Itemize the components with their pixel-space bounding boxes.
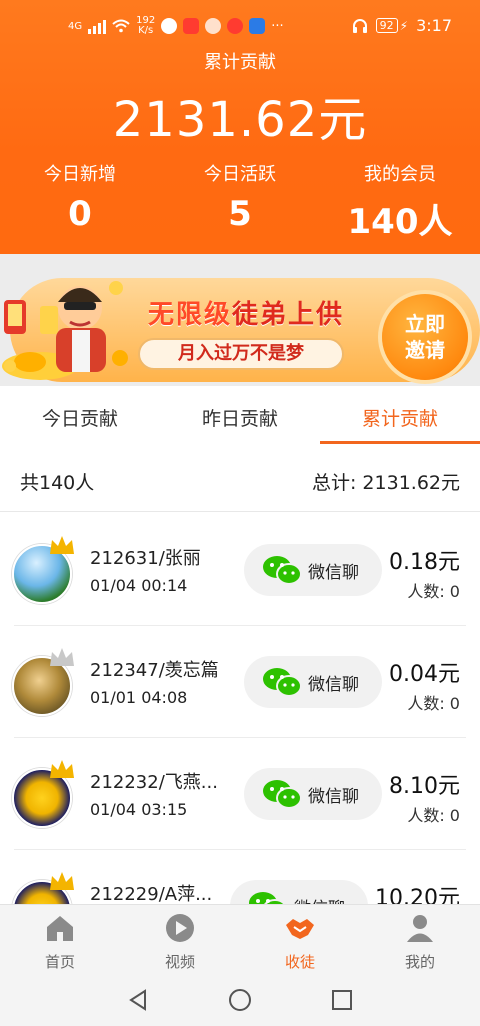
wechat-chat-label: 微信聊: [294, 894, 345, 905]
more-notifications: ···: [271, 18, 284, 34]
member-name: 212631/张丽: [90, 548, 201, 569]
stat-label: 今日活跃: [204, 164, 276, 185]
member-time: 01/04 00:14: [90, 576, 188, 595]
banner-subtitle: 月入过万不是梦: [138, 338, 344, 370]
wechat-chat-label: 微信聊: [308, 562, 359, 583]
summary-row: 共140人 总计: 2131.62元: [0, 456, 480, 512]
user-icon: [407, 915, 433, 942]
stats-row: 今日新增 0 今日活跃 5 我的会员 140人: [0, 160, 480, 243]
app-notify-icon: [205, 18, 222, 34]
wechat-icon: [263, 556, 302, 585]
nav-label: 视频: [164, 953, 195, 971]
wechat-chat-button[interactable]: 微信聊: [230, 880, 368, 904]
list-item[interactable]: 212229/A萍... 微信聊 10.20元: [0, 850, 480, 904]
stat-active-today: 今日活跃 5: [200, 160, 280, 234]
header: 4G 192 K/s ··· 92 ⚡ 3:17 累计贡献 2131.62元 今…: [0, 0, 480, 254]
member-name: 212232/飞燕...: [90, 772, 218, 793]
home-icon: [47, 916, 73, 941]
net-speed: 192 K/s: [136, 15, 156, 36]
stat-new-today: 今日新增 0: [40, 160, 120, 234]
app-notify-icon: [183, 18, 200, 34]
stat-value: 0: [68, 194, 92, 234]
battery-indicator: 92 ⚡: [375, 18, 409, 33]
stat-value: 140人: [347, 202, 453, 242]
crown-icon: [50, 760, 74, 778]
wechat-icon: [263, 668, 302, 697]
member-contribution: 0.04元: [389, 662, 460, 687]
nav-label: 首页: [44, 953, 75, 971]
wechat-chat-button[interactable]: 微信聊: [244, 768, 382, 820]
status-bar: 4G 192 K/s ··· 92 ⚡ 3:17: [0, 10, 480, 46]
nav-mine[interactable]: 我的: [380, 913, 460, 972]
member-people-count: 人数: 0: [407, 806, 460, 825]
member-contribution: 10.20元: [375, 886, 460, 904]
member-time: 01/01 04:08: [90, 688, 188, 707]
signal-icon: [88, 18, 107, 34]
app-notify-icon: [249, 18, 266, 34]
list-item[interactable]: 212232/飞燕... 01/04 03:15 微信聊 8.10元 人数: 0: [0, 738, 480, 850]
mascot-illustration: [2, 281, 128, 380]
bottom-nav: 首页 视频 收徒 我的: [0, 904, 480, 974]
recents-icon[interactable]: [330, 988, 354, 1012]
app-notify-icon: [227, 18, 244, 34]
wechat-chat-button[interactable]: 微信聊: [244, 656, 382, 708]
wechat-chat-label: 微信聊: [308, 674, 359, 695]
crown-icon: [50, 536, 74, 554]
tab-total[interactable]: 累计贡献: [320, 404, 480, 431]
member-contribution: 8.10元: [389, 774, 460, 799]
member-people-count: 人数: 0: [407, 582, 460, 601]
list-item[interactable]: 212347/羡忘篇 01/01 04:08 微信聊 0.04元 人数: 0: [0, 626, 480, 738]
charging-icon: ⚡: [399, 18, 409, 33]
member-name: 212347/羡忘篇: [90, 660, 219, 681]
play-icon: [166, 914, 194, 942]
system-nav-bar: [0, 974, 480, 1026]
handshake-icon: [286, 919, 314, 939]
contribution-tabs: 今日贡献 昨日贡献 累计贡献: [0, 386, 480, 444]
member-contribution: 0.18元: [389, 550, 460, 575]
headphones-icon: [352, 18, 367, 33]
invite-now-button[interactable]: 立即邀请: [382, 294, 468, 380]
stat-label: 我的会员: [364, 164, 436, 185]
member-people-count: 人数: 0: [407, 694, 460, 713]
banner-title: 无限级徒弟上供: [148, 300, 345, 330]
tab-yesterday[interactable]: 昨日贡献: [160, 404, 320, 431]
member-list: 212631/张丽 01/04 00:14 微信聊 0.18元 人数: 0 21…: [0, 514, 480, 904]
member-count: 共140人: [20, 472, 95, 494]
stat-my-members[interactable]: 我的会员 140人: [340, 160, 460, 243]
nav-apprentice[interactable]: 收徒: [260, 913, 340, 972]
member-name: 212229/A萍...: [90, 884, 213, 904]
total-contribution: 2131.62元: [112, 92, 368, 148]
app-page: 4G 192 K/s ··· 92 ⚡ 3:17 累计贡献 2131.62元 今…: [0, 0, 480, 1026]
wechat-chat-label: 微信聊: [308, 786, 359, 807]
tab-today[interactable]: 今日贡献: [0, 404, 160, 431]
app-notify-icon: [161, 18, 178, 34]
stat-label: 今日新增: [44, 164, 116, 185]
stat-value: 5: [228, 194, 252, 234]
nav-label: 我的: [404, 953, 435, 971]
network-type: 4G: [68, 20, 83, 32]
member-time: 01/04 03:15: [90, 800, 188, 819]
header-title: 累计贡献: [204, 52, 276, 73]
nav-video[interactable]: 视频: [140, 913, 220, 972]
nav-home[interactable]: 首页: [20, 913, 100, 972]
wechat-icon: [263, 780, 302, 809]
crown-icon: [50, 648, 74, 666]
wechat-chat-button[interactable]: 微信聊: [244, 544, 382, 596]
wifi-icon: [112, 19, 130, 33]
active-tab-indicator: [320, 441, 480, 444]
back-icon[interactable]: [126, 988, 150, 1012]
clock: 3:17: [416, 16, 452, 35]
crown-icon: [50, 872, 74, 890]
total-sum: 总计: 2131.62元: [311, 472, 460, 494]
home-button-icon[interactable]: [228, 988, 252, 1012]
wechat-icon: [249, 892, 286, 904]
list-item[interactable]: 212631/张丽 01/04 00:14 微信聊 0.18元 人数: 0: [0, 514, 480, 626]
nav-label: 收徒: [284, 953, 315, 971]
